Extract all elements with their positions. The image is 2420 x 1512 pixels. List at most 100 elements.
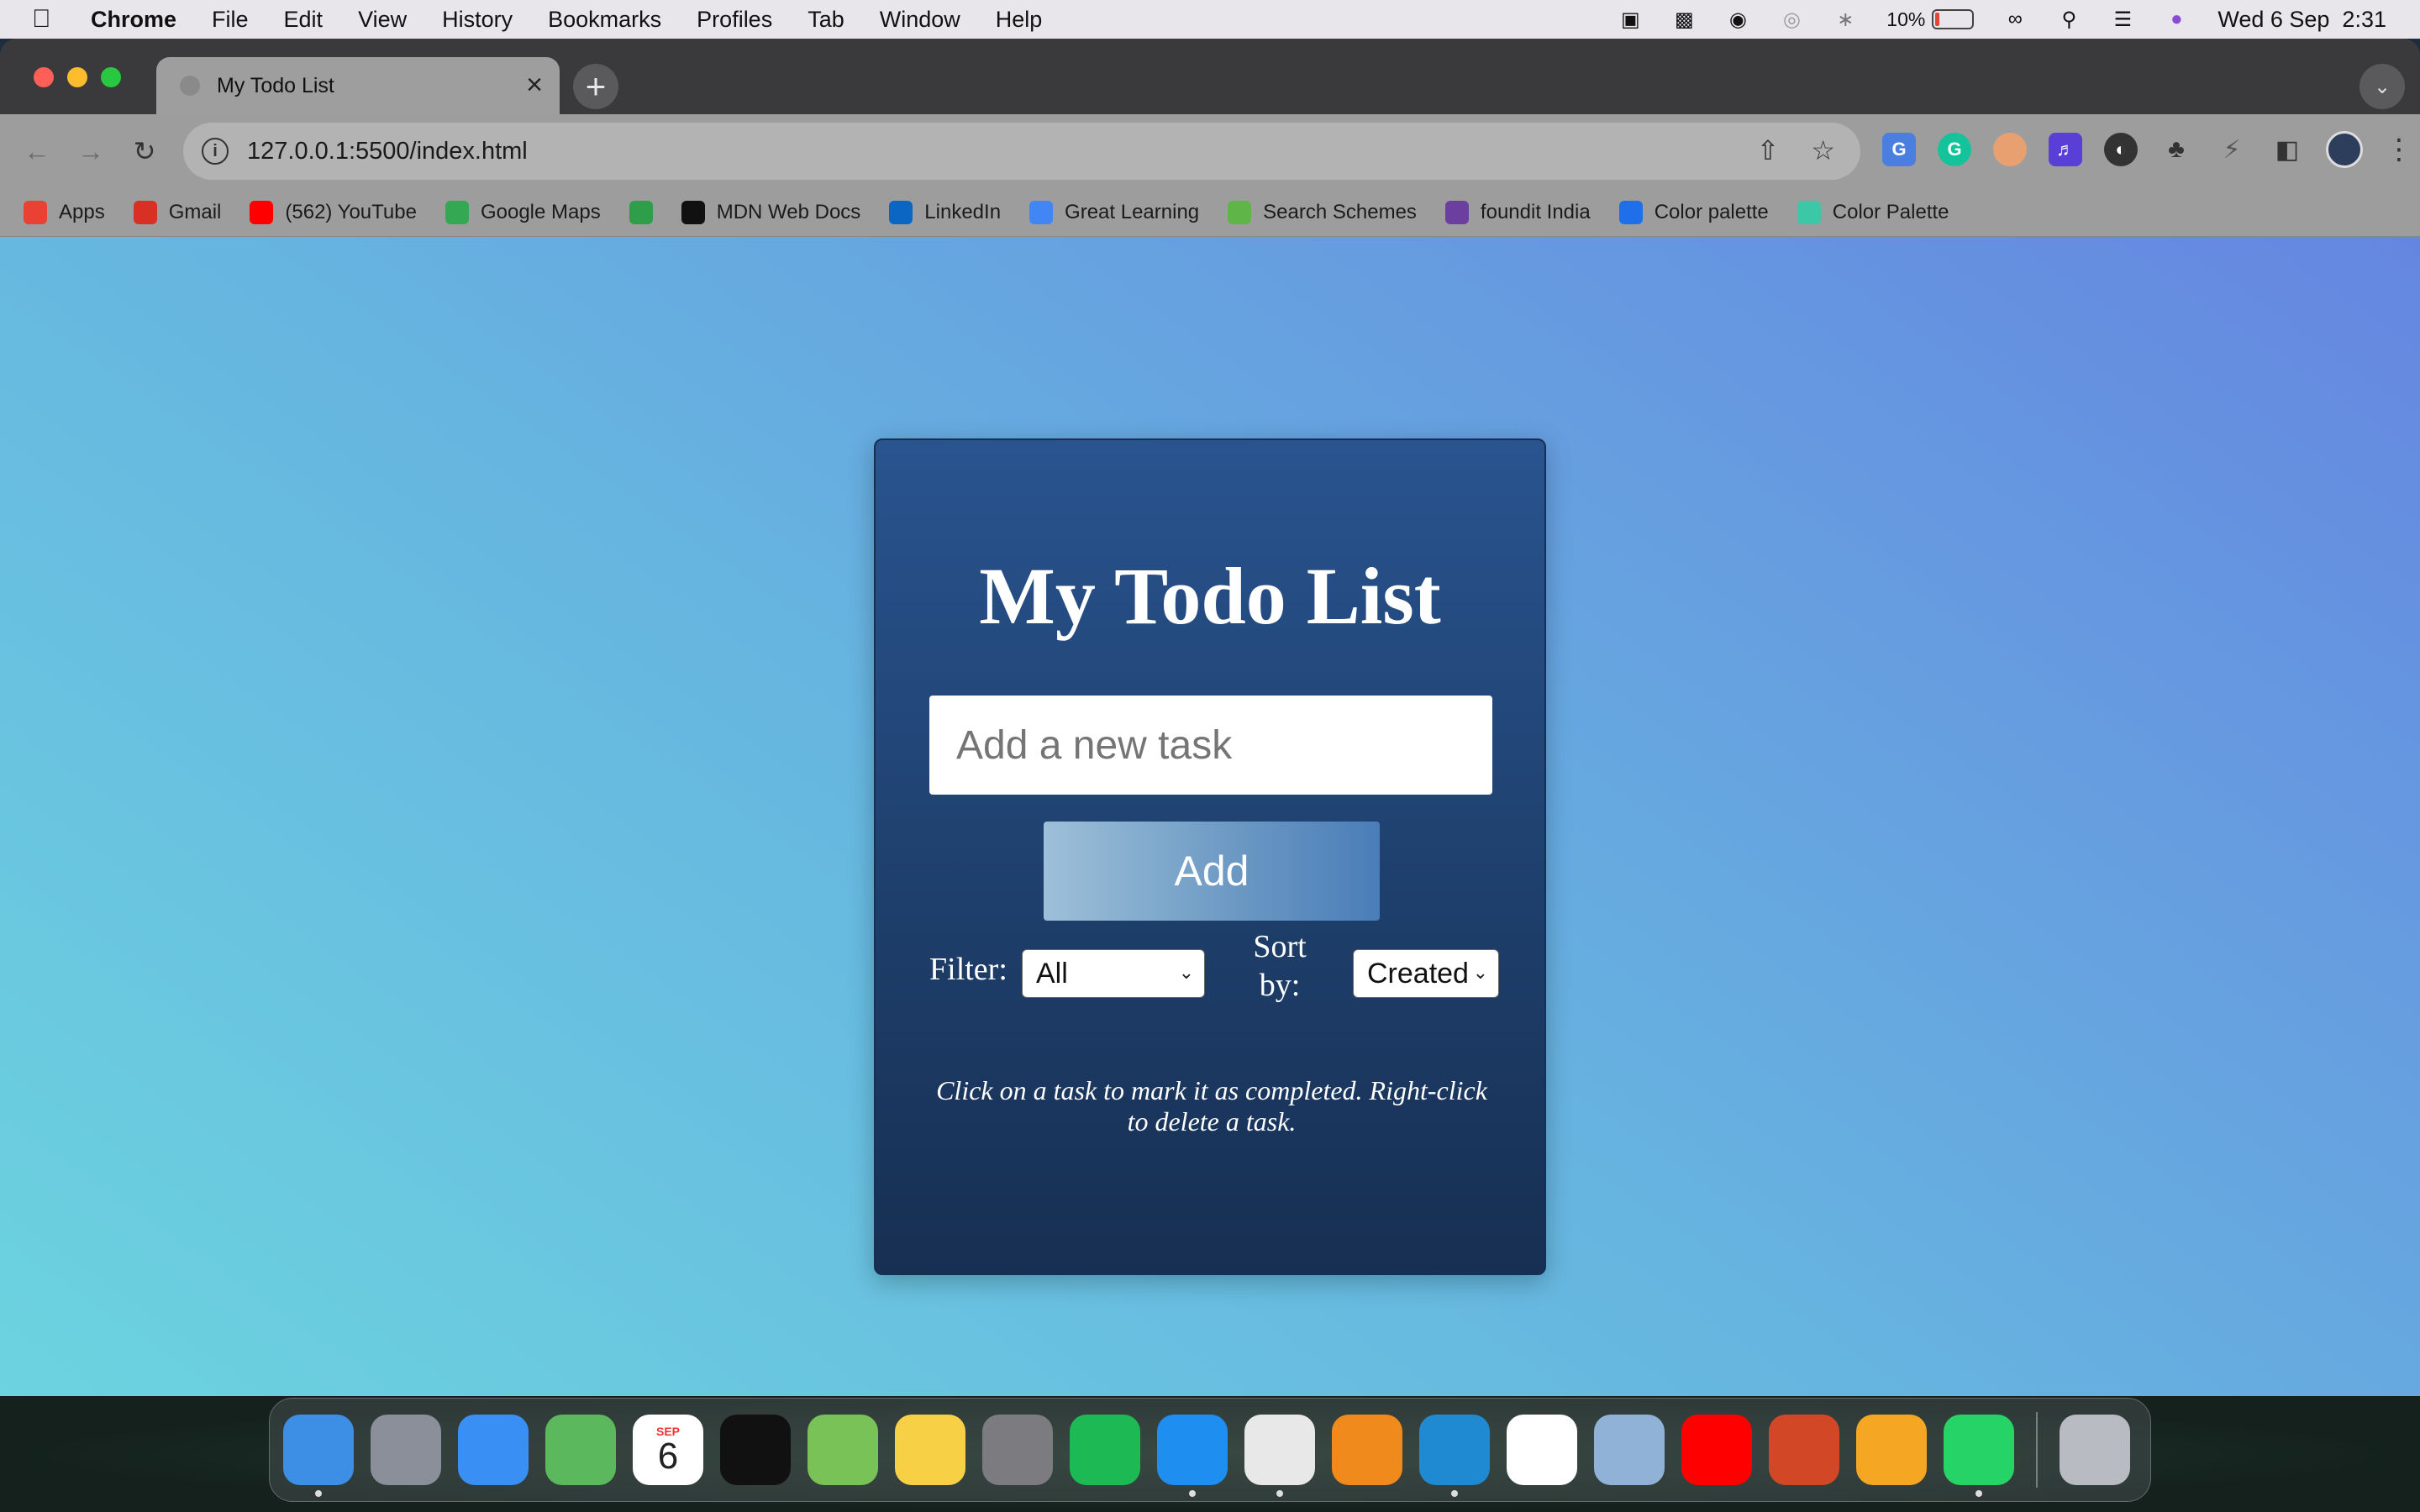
airdrop-icon[interactable]: ◎ (1779, 7, 1804, 32)
stack-icon[interactable]: ▩ (1671, 7, 1697, 32)
todo-card: My Todo List Add Filter: All ⌄ Sort by: … (874, 438, 1546, 1275)
menu-bookmarks[interactable]: Bookmarks (548, 7, 661, 33)
pages-icon[interactable] (1856, 1415, 1927, 1485)
zoom-window-button[interactable] (101, 67, 121, 87)
control-center-icon[interactable]: ☰ (2110, 7, 2135, 32)
sort-select[interactable]: Created ⌄ (1353, 949, 1499, 998)
speedometer-icon[interactable]: ◐ (2104, 133, 2138, 166)
bookmark-item[interactable]: Gmail (133, 200, 222, 224)
bookmark-label: Search Schemes (1263, 200, 1417, 223)
share-icon[interactable]: ⇧ (1757, 134, 1780, 166)
menubar-clock[interactable]: Wed 6 Sep 2:31 (2217, 7, 2386, 33)
menu-window[interactable]: Window (880, 7, 960, 33)
bookmarks-bar: Apps Gmail (562) YouTube Google Maps MDN Web… (0, 188, 2420, 237)
reload-icon[interactable]: ↻ (126, 133, 163, 170)
maps-icon[interactable] (545, 1415, 616, 1485)
system-settings-icon[interactable] (982, 1415, 1053, 1485)
foundit-icon (1444, 200, 1469, 224)
new-tab-button[interactable]: + (573, 64, 618, 109)
grammarly-status-icon[interactable]: ◉ (1725, 7, 1750, 32)
youtube-app-icon[interactable] (1681, 1415, 1752, 1485)
menu-view[interactable]: View (358, 7, 407, 33)
volume-booster-icon[interactable]: ♬ (2049, 133, 2082, 166)
menu-help[interactable]: Help (996, 7, 1043, 33)
bookmark-item[interactable] (629, 200, 653, 224)
side-panel-icon[interactable]: ◧ (2270, 133, 2304, 166)
notes-icon[interactable] (895, 1415, 965, 1485)
whatsapp-icon[interactable] (1944, 1415, 2014, 1497)
filter-select[interactable]: All ⌄ (1022, 949, 1205, 998)
preview-icon[interactable] (1594, 1415, 1665, 1485)
bookmark-item[interactable]: Google Maps (445, 200, 601, 224)
dock-separator (2036, 1412, 2038, 1488)
bookmark-label: LinkedIn (924, 200, 1002, 223)
apple-tv-icon[interactable] (720, 1415, 791, 1485)
screen-capture-icon[interactable]: ▣ (1618, 7, 1643, 32)
status-area: ▣ ▩ ◉ ◎ ∗ 10% ∞ ⚲ ☰ ● Wed 6 Sep 2:31 (1618, 0, 2386, 39)
bookmark-label: Gmail (168, 200, 222, 223)
site-info-icon[interactable]: i (202, 138, 229, 165)
vscode-icon[interactable] (1419, 1415, 1490, 1497)
calendar-icon[interactable]: SEP 6 (633, 1415, 703, 1485)
bookmark-item[interactable]: LinkedIn (889, 200, 1002, 224)
chevron-down-icon: ⌄ (1178, 962, 1194, 983)
menu-app-name[interactable]: Chrome (91, 7, 176, 33)
bookmark-item[interactable]: Color palette (1618, 200, 1769, 224)
bookmark-item[interactable]: Great Learning (1029, 200, 1199, 224)
android-studio-icon[interactable] (808, 1415, 878, 1485)
battery-indicator[interactable]: 10% (1886, 8, 1975, 31)
notion-icon[interactable] (1507, 1415, 1577, 1485)
siri-icon[interactable]: ● (2164, 7, 2189, 32)
vlc-icon[interactable] (1332, 1415, 1402, 1485)
bookmark-item[interactable]: Color Palette (1797, 200, 1949, 224)
google-translate-icon[interactable]: G (1882, 133, 1916, 166)
profile-avatar[interactable] (2326, 131, 2363, 168)
bookmark-item[interactable]: Search Schemes (1228, 200, 1417, 224)
menu-history[interactable]: History (442, 7, 513, 33)
google-g-icon (1029, 200, 1054, 224)
bookmark-item[interactable]: Apps (24, 200, 105, 224)
spotlight-search-icon[interactable]: ⚲ (2056, 7, 2081, 32)
dock: SEP 6 (269, 1398, 2151, 1502)
launchpad-icon[interactable] (371, 1415, 441, 1485)
powerpoint-icon[interactable] (1769, 1415, 1839, 1485)
forward-arrow-icon[interactable]: → (72, 133, 109, 170)
mail-icon[interactable] (458, 1415, 529, 1485)
bookmark-label: Apps (59, 200, 105, 223)
spotify-icon[interactable] (1070, 1415, 1140, 1485)
chrome-icon[interactable] (1244, 1415, 1315, 1497)
tab-search-chevron-icon[interactable]: ⌄ (2360, 64, 2405, 109)
menu-edit[interactable]: Edit (284, 7, 324, 33)
address-url[interactable]: 127.0.0.1:5500/index.html (247, 138, 528, 165)
window-controls (34, 67, 121, 87)
screen-mirroring-icon[interactable]: ∞ (2002, 7, 2028, 32)
menu-file[interactable]: File (212, 7, 249, 33)
performance-icon[interactable]: ⚡ (2215, 133, 2249, 166)
filter-label: Filter: (929, 952, 1007, 987)
close-window-button[interactable] (34, 67, 54, 87)
bookmark-item[interactable]: foundit India (1444, 200, 1591, 224)
new-task-input[interactable] (929, 696, 1492, 795)
menu-tab[interactable]: Tab (808, 7, 844, 33)
bookmark-star-icon[interactable]: ☆ (1811, 134, 1835, 166)
back-arrow-icon[interactable]: ← (18, 133, 55, 170)
trash-icon[interactable] (2060, 1415, 2130, 1485)
close-tab-icon[interactable]: × (526, 69, 543, 102)
more-menu-icon[interactable]: ⋮ (2385, 133, 2413, 166)
bookmark-item[interactable]: (562) YouTube (250, 200, 417, 224)
minimize-window-button[interactable] (67, 67, 87, 87)
filter-select-value: All (1036, 957, 1068, 990)
menu-profiles[interactable]: Profiles (697, 7, 772, 33)
bluetooth-off-icon[interactable]: ∗ (1833, 7, 1858, 32)
extension-egg-icon[interactable] (1993, 133, 2027, 166)
tab-active[interactable]: My Todo List × (156, 57, 560, 114)
grammarly-icon[interactable]: G (1938, 133, 1971, 166)
add-task-button[interactable]: Add (1044, 822, 1380, 921)
extensions-puzzle-icon[interactable]: ♣ (2160, 133, 2193, 166)
address-bar[interactable]: i 127.0.0.1:5500/index.html ⇧ ☆ (183, 123, 1860, 180)
finder-icon[interactable] (283, 1415, 354, 1497)
safari-icon[interactable] (1157, 1415, 1228, 1497)
tab-favicon-icon (180, 76, 200, 96)
bookmark-item[interactable]: MDN Web Docs (681, 200, 860, 224)
apple-logo-icon[interactable]:  (32, 5, 66, 34)
